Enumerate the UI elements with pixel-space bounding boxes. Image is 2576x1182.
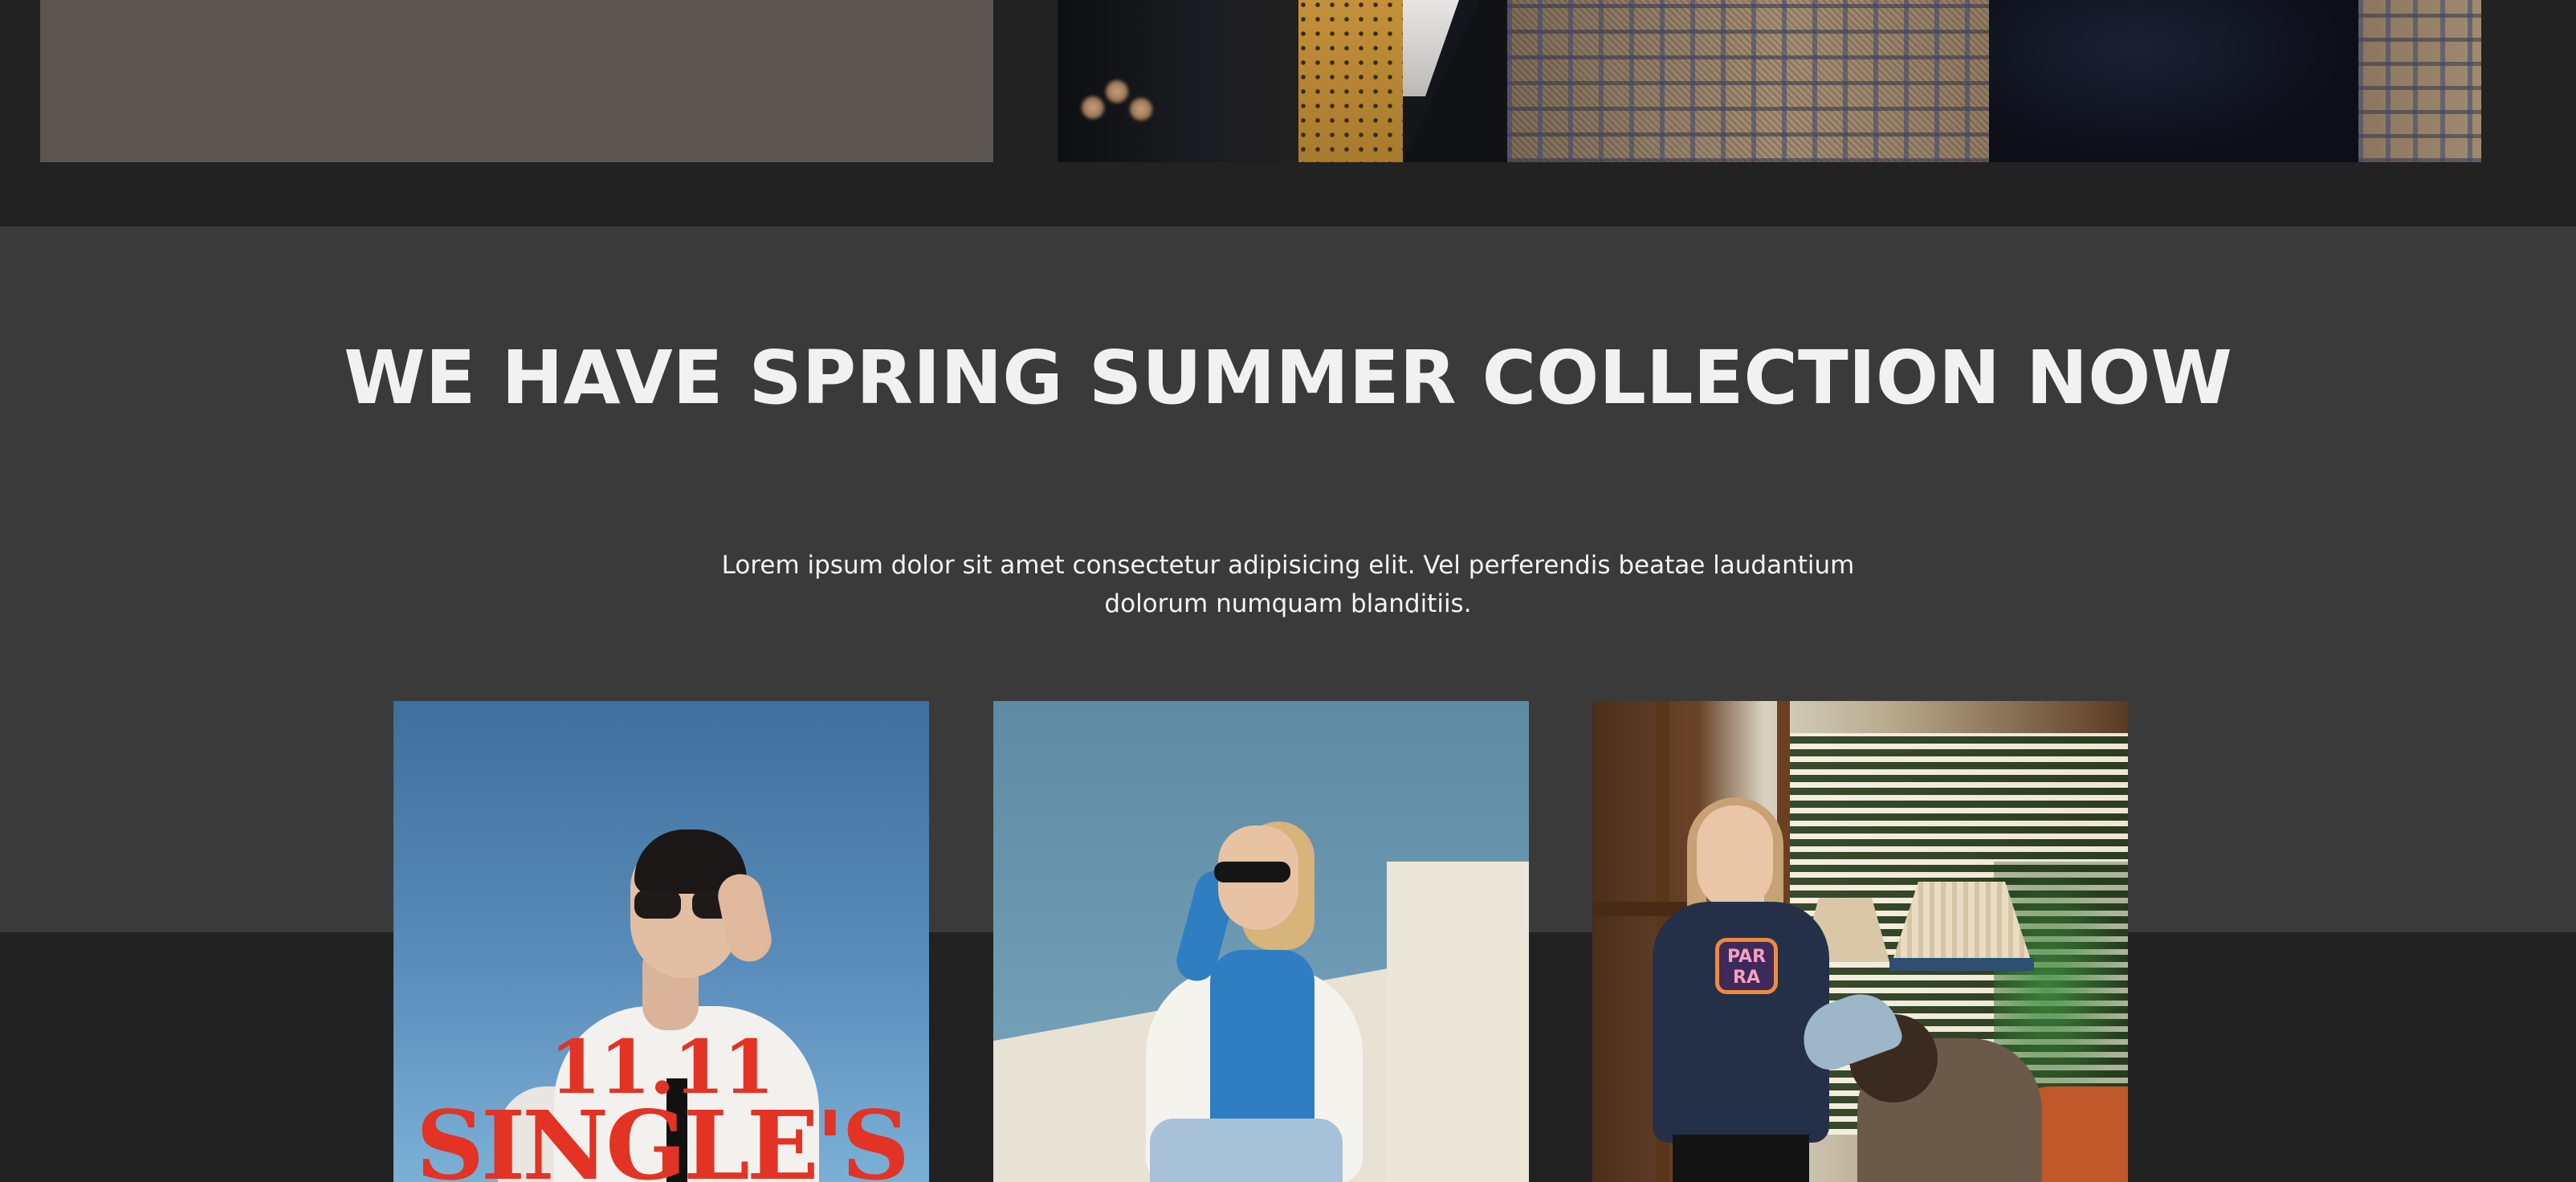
shorts-shape [1673, 1135, 1809, 1182]
product-card-2[interactable] [993, 701, 1529, 1182]
plaid-sleeve-shape [2358, 0, 2481, 162]
poster-brand: SINGLE'S [415, 1090, 910, 1182]
collection-title: WE HAVE SPRING SUMMER COLLECTION NOW [344, 335, 2232, 421]
model-head [1697, 805, 1773, 910]
jacket-buttons [1058, 0, 1186, 162]
collection-description: Lorem ipsum dolor sit amet consectetur a… [721, 551, 1855, 618]
white-block-shape [1387, 862, 1529, 1182]
previous-section-strip [0, 0, 2576, 226]
product-card-3[interactable]: PAR RA [1592, 701, 2128, 1182]
featured-image-left[interactable] [40, 0, 993, 162]
blue-hoodie-shape [1210, 950, 1314, 1135]
jeans-shape [1150, 1119, 1343, 1182]
lamp-trim [1889, 958, 2034, 971]
page: WE HAVE SPRING SUMMER COLLECTION NOW Lor… [0, 0, 2576, 1182]
navy-sweater-shape [1989, 0, 2358, 162]
featured-image-right[interactable] [1058, 0, 2481, 162]
sweater-logo: PAR RA [1715, 938, 1778, 994]
patterned-tie-shape [1298, 0, 1403, 162]
plaid-blazer-shape [1507, 0, 2053, 162]
product-card-1[interactable]: 11.11 SINGLE'S [393, 701, 929, 1182]
sunglasses-shape [1214, 862, 1290, 882]
